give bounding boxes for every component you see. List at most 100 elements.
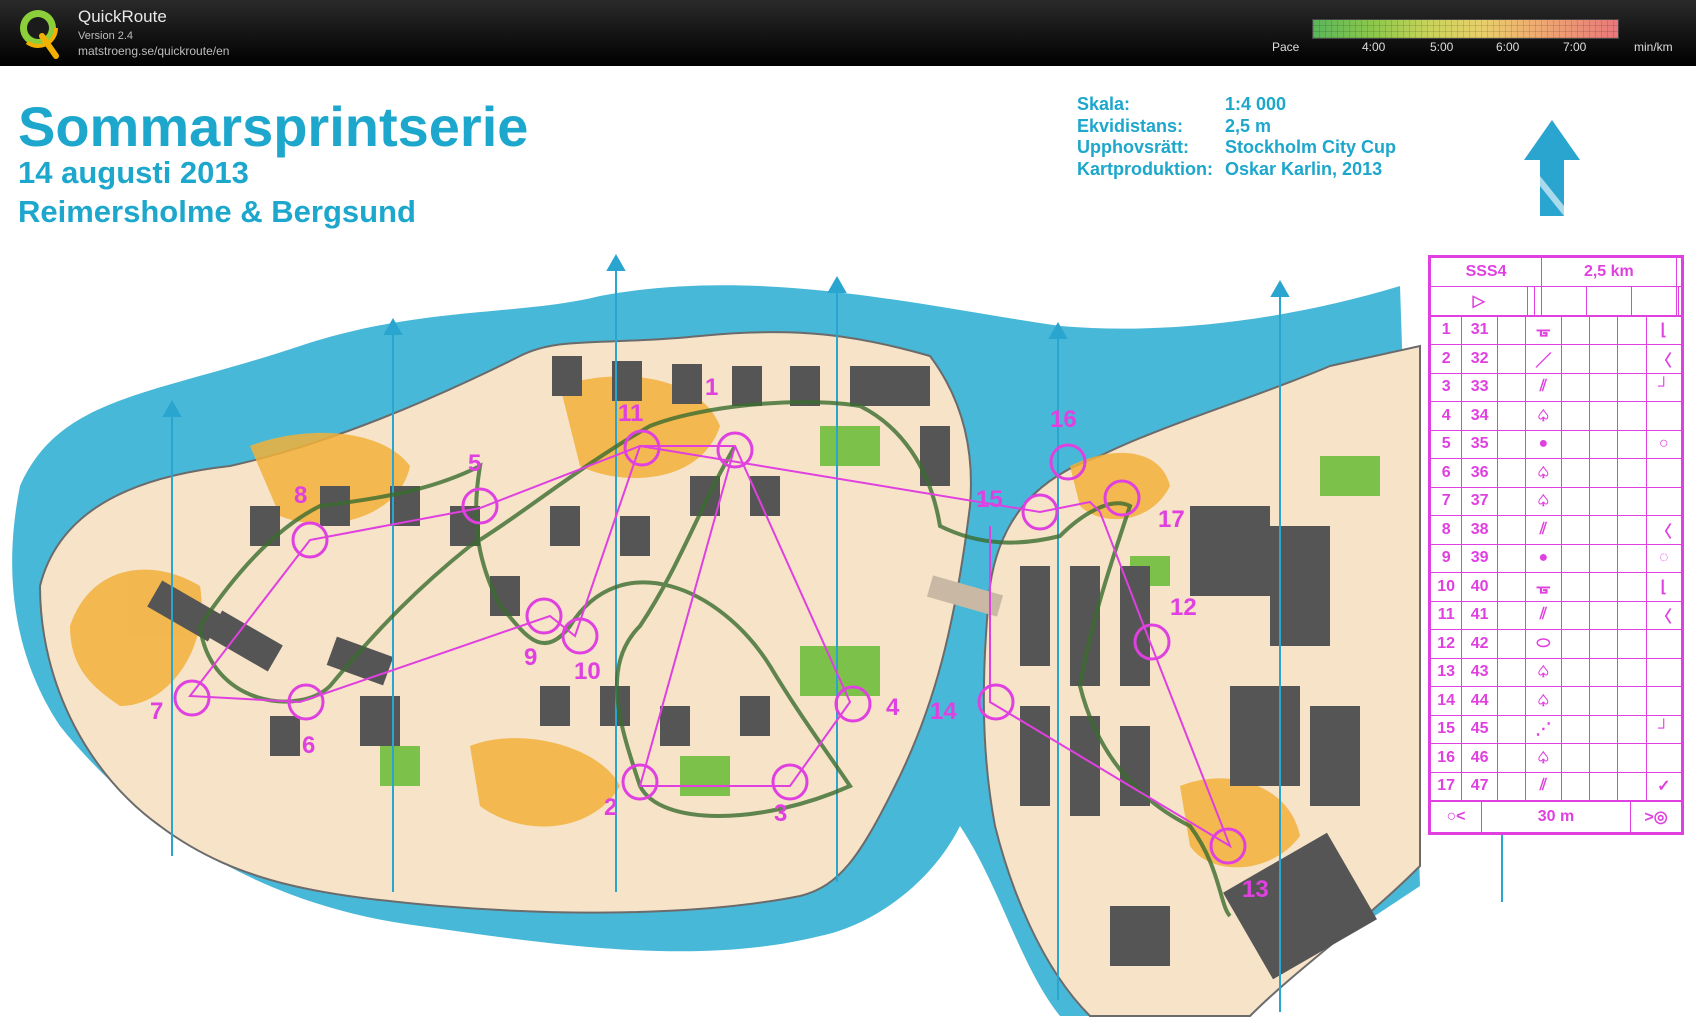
control-number: 7 xyxy=(150,698,164,725)
foot-icon: ⌊ xyxy=(1645,315,1683,345)
cliff-icon: ⫽ xyxy=(1525,372,1562,402)
description-row: 1 31 ᚗ ⌊ xyxy=(1429,315,1683,345)
description-row: 3 33 ⫽ ┘ xyxy=(1429,372,1683,402)
control-number: 9 xyxy=(524,644,538,671)
tree-icon: ♤ xyxy=(1525,458,1562,488)
description-row: 17 47 ⫽ ✓ xyxy=(1429,771,1683,801)
blank-icon xyxy=(1645,743,1683,773)
info-key: Upphovsrätt: xyxy=(1077,137,1189,157)
tree-icon: ♤ xyxy=(1525,486,1562,516)
cliff-icon: ⫽ xyxy=(1525,515,1562,545)
pace-tick: 5:00 xyxy=(1430,40,1454,54)
control-number: 4 xyxy=(886,694,900,721)
control-code: 32 xyxy=(1461,344,1498,374)
control-order: 17 xyxy=(1429,771,1463,801)
blank-icon xyxy=(1645,657,1683,687)
pace-tick: 7:00 xyxy=(1563,40,1587,54)
map-area: Reimersholme & Bergsund xyxy=(18,194,416,229)
foot-icon: ⌊ xyxy=(1645,572,1683,602)
control-order: 1 xyxy=(1429,315,1463,345)
control-number: 8 xyxy=(294,482,308,509)
description-row: 14 44 ♤ xyxy=(1429,686,1683,716)
description-row: 2 32 ／ 〈 xyxy=(1429,344,1683,374)
tree-icon: ♤ xyxy=(1525,686,1562,716)
steps-icon: ⋰ xyxy=(1525,714,1562,744)
app-version: Version 2.4 xyxy=(78,30,134,42)
control-number: 12 xyxy=(1170,594,1197,621)
description-row: 12 42 ⬭ xyxy=(1429,629,1683,659)
start-triangle-icon: ▷ xyxy=(1430,286,1528,316)
control-code: 36 xyxy=(1461,458,1498,488)
control-code: 42 xyxy=(1461,629,1498,659)
blank-icon xyxy=(1645,486,1683,516)
path-icon: ／ xyxy=(1525,344,1562,374)
control-order: 12 xyxy=(1429,629,1463,659)
finish-distance: 30 m xyxy=(1481,801,1631,833)
dot-icon: ● xyxy=(1525,543,1562,573)
app-url[interactable]: matstroeng.se/quickroute/en xyxy=(78,44,229,58)
control-order: 7 xyxy=(1429,486,1463,516)
cliff-icon: ⫽ xyxy=(1525,771,1562,801)
control-order: 14 xyxy=(1429,686,1463,716)
control-order: 13 xyxy=(1429,657,1463,687)
control-code: 43 xyxy=(1461,657,1498,687)
pace-unit: min/km xyxy=(1634,40,1673,54)
control-order: 5 xyxy=(1429,429,1463,459)
course-name: SSS4 xyxy=(1429,257,1543,287)
corner-icon: 〈 xyxy=(1645,600,1683,630)
description-row: 5 35 ● ○ xyxy=(1429,429,1683,459)
control-code: 41 xyxy=(1461,600,1498,630)
description-row: 6 36 ♤ xyxy=(1429,458,1683,488)
app-name: QuickRoute xyxy=(78,7,167,26)
control-number: 5 xyxy=(468,450,482,477)
app-header: QuickRoute Version 2.4 matstroeng.se/qui… xyxy=(0,0,1696,66)
control-number: 2 xyxy=(604,794,618,821)
fence-icon: ᚗ xyxy=(1525,572,1562,602)
tree-icon: ♤ xyxy=(1525,743,1562,773)
control-code: 40 xyxy=(1461,572,1498,602)
description-row: 4 34 ♤ xyxy=(1429,401,1683,431)
info-key: Kartproduktion: xyxy=(1077,158,1213,179)
control-number: 10 xyxy=(574,658,601,685)
fence-icon: ᚗ xyxy=(1525,315,1562,345)
dot-icon: ● xyxy=(1525,429,1562,459)
control-code: 45 xyxy=(1461,714,1498,744)
corner-icon: 〈 xyxy=(1645,515,1683,545)
description-row: 13 43 ♤ xyxy=(1429,657,1683,687)
blank-icon xyxy=(1645,686,1683,716)
loop-icon: ○ xyxy=(1645,429,1683,459)
corner-icon: 〈 xyxy=(1645,344,1683,374)
control-code: 47 xyxy=(1461,771,1498,801)
side-icon: ◌ xyxy=(1645,543,1683,573)
info-value: 1:4 000 xyxy=(1225,94,1287,114)
map-title: Sommarsprintserie xyxy=(18,95,529,158)
blank-icon xyxy=(1645,458,1683,488)
control-order: 6 xyxy=(1429,458,1463,488)
control-code: 31 xyxy=(1461,315,1498,345)
control-order: 4 xyxy=(1429,401,1463,431)
control-code: 37 xyxy=(1461,486,1498,516)
info-value: Stockholm City Cup xyxy=(1225,137,1397,157)
control-order: 16 xyxy=(1429,743,1463,773)
finish-start-icon: ○< xyxy=(1430,801,1482,833)
control-number: 6 xyxy=(302,732,316,759)
control-number: 1 xyxy=(705,374,719,401)
cliff-icon: ⫽ xyxy=(1525,600,1562,630)
description-row: 8 38 ⫽ 〈 xyxy=(1429,515,1683,545)
check-icon: ✓ xyxy=(1645,771,1683,801)
control-number: 3 xyxy=(774,800,788,827)
control-code: 35 xyxy=(1461,429,1498,459)
control-code: 46 xyxy=(1461,743,1498,773)
quickroute-logo-icon xyxy=(18,8,59,59)
control-order: 3 xyxy=(1429,372,1463,402)
control-order: 2 xyxy=(1429,344,1463,374)
control-number: 11 xyxy=(618,400,644,427)
blank-icon xyxy=(1645,629,1683,659)
map-info: Skala: 1:4 000 Ekvidistans: 2,5 m Upphovsr… xyxy=(1077,94,1396,180)
info-value: 2,5 m xyxy=(1225,115,1272,136)
map-date: 14 augusti 2013 xyxy=(18,155,249,190)
pace-color-scale xyxy=(1312,19,1619,39)
control-code: 33 xyxy=(1461,372,1498,402)
pace-tick: 4:00 xyxy=(1362,40,1386,54)
control-order: 15 xyxy=(1429,714,1463,744)
